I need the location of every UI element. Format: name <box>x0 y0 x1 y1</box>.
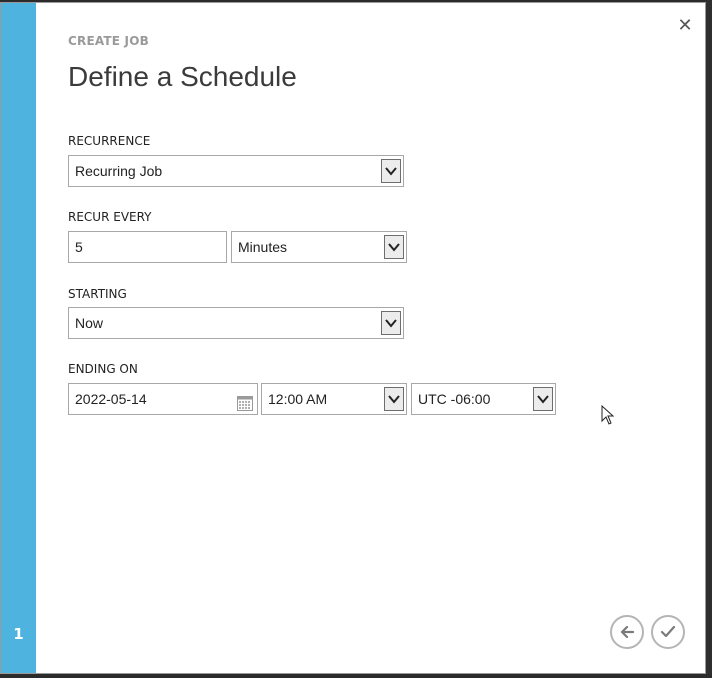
create-job-dialog: 1 ✕ CREATE JOB Define a Schedule RECURRE… <box>0 2 706 674</box>
recur-every-value: 5 <box>75 239 83 255</box>
chevron-down-icon[interactable] <box>384 235 404 259</box>
ending-date-value: 2022-05-14 <box>75 391 147 407</box>
starting-select[interactable]: Now <box>68 307 404 339</box>
starting-value: Now <box>75 315 104 331</box>
chevron-down-icon[interactable] <box>533 387 553 411</box>
ending-time-value: 12:00 AM <box>268 391 328 407</box>
recurrence-value: Recurring Job <box>75 163 163 179</box>
chevron-down-icon[interactable] <box>381 159 401 183</box>
recurrence-label: RECURRENCE <box>68 134 151 148</box>
close-icon[interactable]: ✕ <box>676 17 694 35</box>
mouse-pointer-icon <box>601 404 615 429</box>
ending-on-label: ENDING ON <box>68 362 138 376</box>
recur-unit-select[interactable]: Minutes <box>231 231 407 263</box>
recur-every-input[interactable]: 5 <box>68 231 227 263</box>
ending-date-input[interactable]: 2022-05-14 <box>68 383 258 415</box>
step-number: 1 <box>13 625 24 643</box>
timezone-value: UTC -06:00 <box>418 391 491 407</box>
background-right <box>706 0 712 678</box>
back-button[interactable] <box>610 615 644 649</box>
dialog-eyebrow: CREATE JOB <box>68 34 149 48</box>
complete-button[interactable] <box>651 615 685 649</box>
chevron-down-icon[interactable] <box>384 387 404 411</box>
recur-unit-value: Minutes <box>238 239 288 255</box>
step-rail: 1 <box>1 3 36 673</box>
timezone-select[interactable]: UTC -06:00 <box>411 383 556 415</box>
calendar-icon[interactable] <box>237 391 253 421</box>
starting-label: STARTING <box>68 287 127 301</box>
recurrence-select[interactable]: Recurring Job <box>68 155 404 187</box>
chevron-down-icon[interactable] <box>381 311 401 335</box>
page-title: Define a Schedule <box>68 61 297 92</box>
ending-time-select[interactable]: 12:00 AM <box>261 383 407 415</box>
background-bottom <box>0 674 712 678</box>
recur-every-label: RECUR EVERY <box>68 210 152 224</box>
